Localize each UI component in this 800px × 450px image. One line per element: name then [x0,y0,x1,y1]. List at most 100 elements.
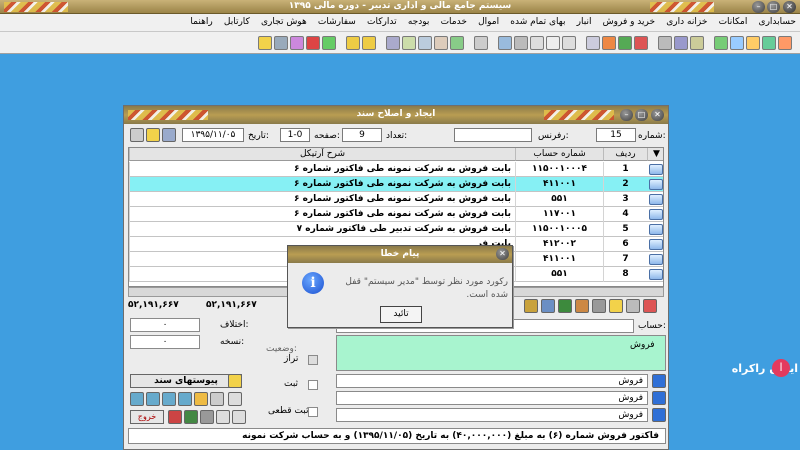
menu-item-orders[interactable]: سفارشات [314,14,360,31]
tool-icon[interactable] [690,36,704,50]
close-icon[interactable]: ✕ [783,1,796,13]
row-select-icon[interactable] [649,254,663,265]
tool-icon[interactable] [558,299,572,313]
tool-icon[interactable] [210,392,224,406]
menu-item-procurement[interactable]: تدارکات [363,14,401,31]
status-final-checkbox[interactable] [308,407,318,417]
print-icon[interactable] [130,128,144,142]
calc-icon[interactable] [162,128,176,142]
maximize-icon[interactable]: □ [635,109,648,121]
window-icon[interactable] [434,36,448,50]
table-row[interactable]: بابت فروش به شرکت نمونه طی فاکتور شماره … [129,192,663,207]
cell-row-number[interactable]: 7 [603,252,647,267]
menu-item-warehouse[interactable]: انبار [573,14,596,31]
lookup-icon[interactable] [652,374,666,388]
window-icon[interactable] [418,36,432,50]
delete-icon[interactable] [168,410,182,424]
tool-icon[interactable] [575,299,589,313]
maximize-icon[interactable]: □ [767,1,780,13]
lookup-icon[interactable] [652,408,666,422]
menu-item-purchase-sales[interactable]: خرید و فروش [599,14,659,31]
calc-icon[interactable] [290,36,304,50]
tool-icon[interactable] [592,299,606,313]
cell-description[interactable]: بابت فروش به شرکت تدبیر طی فاکتور شماره … [129,222,515,237]
help-icon[interactable] [146,128,160,142]
search-icon[interactable] [474,36,488,50]
table-row[interactable]: بابت فروش به شرکت نمونه طی فاکتور شماره … [129,162,663,177]
row-select-icon[interactable] [649,164,663,175]
tool-icon[interactable] [216,410,230,424]
attach-icon[interactable] [228,374,242,388]
tool-icon[interactable] [609,299,623,313]
tool-icon[interactable] [626,299,640,313]
lookup-icon[interactable] [652,391,666,405]
sub-field-3[interactable]: فروش [336,408,648,422]
menu-item-assets[interactable]: اموال [474,14,503,31]
cell-description[interactable]: بابت فروش به شرکت نمونه طی فاکتور شماره … [129,207,515,222]
tool-icon[interactable] [643,299,657,313]
tool-icon[interactable] [730,36,744,50]
next-icon[interactable] [162,392,176,406]
table-row[interactable]: بابت فروش به شرکت نمونه طی فاکتور شماره … [129,207,663,222]
tool-icon[interactable] [778,36,792,50]
menu-item-help[interactable]: راهنما [186,14,216,31]
cell-description[interactable]: بابت فروش به شرکت نمونه طی فاکتور شماره … [129,162,515,177]
tool-icon[interactable] [228,392,242,406]
cell-row-number[interactable]: 2 [603,177,647,192]
close-icon[interactable]: ✕ [496,248,509,260]
count-field[interactable]: 9 [342,128,382,142]
grid-icon[interactable] [546,36,560,50]
row-select-icon[interactable] [649,239,663,250]
row-select-icon[interactable] [649,209,663,220]
cell-account[interactable]: ۴۱۲۰۰۲ [515,237,603,252]
column-header-account[interactable]: شماره حساب [515,148,603,161]
sub-field-1[interactable]: فروش [336,374,648,388]
cell-account[interactable]: ۴۱۱۰۰۱ [515,252,603,267]
tool-icon[interactable] [200,410,214,424]
tool-icon[interactable] [541,299,555,313]
cell-account[interactable]: ۱۱۵۰۰۱۰۰۰۴ [515,162,603,177]
table-row[interactable]: بابت فروش به شرکت نمونه طی فاکتور شماره … [129,177,663,192]
attachments-button[interactable]: پیوستهای سند [130,374,242,388]
window-icon[interactable] [402,36,416,50]
menu-item-treasury[interactable]: خزانه داری [662,14,711,31]
tool-icon[interactable] [232,410,246,424]
search-icon[interactable] [194,392,208,406]
table-row[interactable]: بابت فروش به شرکت تدبیر طی فاکتور شماره … [129,222,663,237]
menu-item-facilities[interactable]: امکانات [715,14,752,31]
next-icon[interactable] [362,36,376,50]
status-post-checkbox[interactable] [308,380,318,390]
cell-row-number[interactable]: 6 [603,237,647,252]
prev-icon[interactable] [146,392,160,406]
tool-icon[interactable] [618,36,632,50]
article-description-field[interactable]: فاکتور فروش شماره (۶) به مبلغ (۴۰,۰۰۰,۰۰… [128,428,666,444]
cell-row-number[interactable]: 5 [603,222,647,237]
last-icon[interactable] [178,392,192,406]
menu-item-budget[interactable]: بودجه [404,14,434,31]
close-icon[interactable]: ✕ [651,109,664,121]
menu-item-accounting[interactable]: حسابداری [755,14,800,31]
cell-account[interactable]: ۵۵۱ [515,267,603,282]
tool-icon[interactable] [714,36,728,50]
cell-row-number[interactable]: 8 [603,267,647,282]
cell-account[interactable]: ۵۵۱ [515,192,603,207]
row-select-icon[interactable] [649,269,663,280]
grid-icon[interactable] [530,36,544,50]
delete-icon[interactable] [306,36,320,50]
refresh-icon[interactable] [322,36,336,50]
column-header-description[interactable]: شرح آرتیکل [129,148,515,161]
row-select-icon[interactable] [649,194,663,205]
diff-field[interactable]: ۰ [130,318,200,332]
grid-icon[interactable] [498,36,512,50]
tool-icon[interactable] [524,299,538,313]
tool-icon[interactable] [634,36,648,50]
menu-item-cost[interactable]: بهای تمام شده [506,14,569,31]
grid-icon[interactable] [514,36,528,50]
cell-description[interactable]: بابت فروش به شرکت نمونه طی فاکتور شماره … [129,192,515,207]
menu-item-cartable[interactable]: کارتابل [220,14,254,31]
tool-icon[interactable] [658,36,672,50]
cell-row-number[interactable]: 4 [603,207,647,222]
cell-account[interactable]: ۱۱۷۰۰۱ [515,207,603,222]
exit-button[interactable]: خروج [130,410,164,424]
save-icon[interactable] [184,410,198,424]
